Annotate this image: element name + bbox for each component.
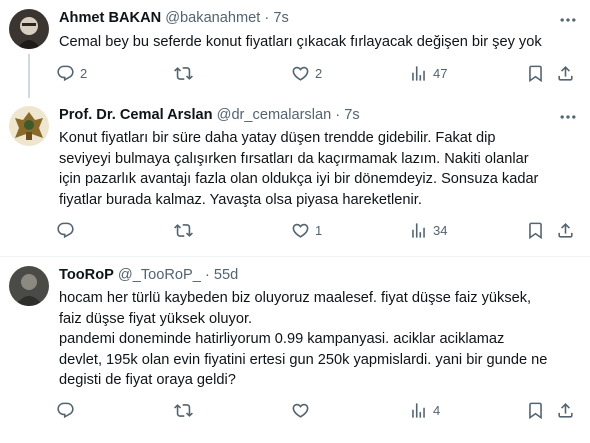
tweet-3[interactable]: TooRoP @_TooRoP_ · 55d hocam her türlü k… bbox=[0, 257, 590, 443]
separator-dot: · bbox=[264, 10, 270, 26]
bookmark-icon bbox=[529, 65, 542, 82]
views-button[interactable]: 47 bbox=[409, 61, 447, 85]
views-button[interactable]: 34 bbox=[409, 218, 447, 242]
tweet-header: Ahmet BAKAN @bakanahmet · 7s bbox=[59, 9, 289, 28]
author-handle[interactable]: @bakanahmet bbox=[165, 10, 260, 26]
views-button[interactable]: 4 bbox=[409, 398, 440, 422]
retweet-button[interactable] bbox=[174, 218, 198, 242]
timestamp[interactable]: 55d bbox=[214, 267, 238, 283]
reply-button[interactable] bbox=[56, 398, 80, 422]
bookmark-button[interactable] bbox=[526, 218, 545, 242]
avatar[interactable] bbox=[9, 266, 49, 306]
views-icon bbox=[412, 402, 425, 418]
action-bar: 1 34 bbox=[48, 218, 588, 242]
tweet-text-line: pandemi doneminde hatirliyorum 0.99 kamp… bbox=[59, 331, 505, 347]
heart-icon bbox=[292, 403, 309, 418]
share-button[interactable] bbox=[556, 61, 575, 85]
share-icon bbox=[558, 222, 573, 238]
retweet-icon bbox=[174, 66, 193, 80]
tweet-header: TooRoP @_TooRoP_ · 55d bbox=[59, 266, 238, 285]
like-button[interactable]: 1 bbox=[291, 218, 322, 242]
tweet-text-line: degisti de fiyat oraya geldi? bbox=[59, 372, 236, 388]
tweet-text-line: seviyeyi bulmaya çalışırken fırsatları d… bbox=[59, 150, 529, 167]
action-bar: 4 bbox=[48, 398, 588, 422]
tweet-text-line: için pazarlık avantajı fazla olan oldukç… bbox=[59, 171, 539, 187]
author-name[interactable]: Ahmet BAKAN bbox=[59, 10, 161, 26]
avatar[interactable] bbox=[9, 9, 49, 49]
heart-icon bbox=[292, 66, 309, 81]
views-icon bbox=[412, 65, 425, 81]
bookmark-button[interactable] bbox=[526, 61, 545, 85]
like-button[interactable]: 2 bbox=[291, 61, 322, 85]
like-button[interactable] bbox=[291, 398, 315, 422]
author-name[interactable]: TooRoP bbox=[59, 267, 114, 283]
avatar[interactable] bbox=[9, 106, 49, 146]
views-count: 34 bbox=[433, 222, 448, 238]
tweet-2[interactable]: Prof. Dr. Cemal Arslan @dr_cemalarslan ·… bbox=[0, 96, 590, 251]
action-bar: 2 2 47 bbox=[48, 61, 588, 85]
tweet-text-line: hocam her türlü kaybeden biz oluyoruz ma… bbox=[59, 290, 532, 306]
tweet-text: Konut fiyatları bir süre daha yatay düşe… bbox=[59, 128, 569, 210]
author-handle[interactable]: @dr_cemalarslan bbox=[217, 107, 332, 123]
tweet-text: Cemal bey bu seferde konut fiyatları çık… bbox=[59, 32, 569, 53]
share-icon bbox=[558, 402, 573, 418]
tweet-text-line: Konut fiyatları bir süre daha yatay düşe… bbox=[59, 130, 496, 146]
more-icon[interactable] bbox=[558, 107, 578, 127]
separator-dot: · bbox=[335, 107, 341, 123]
tweet-1[interactable]: Ahmet BAKAN @bakanahmet · 7s Cemal bey b… bbox=[0, 0, 590, 98]
timestamp[interactable]: 7s bbox=[344, 107, 359, 123]
timestamp[interactable]: 7s bbox=[273, 10, 288, 26]
author-name[interactable]: Prof. Dr. Cemal Arslan bbox=[59, 107, 213, 123]
reply-icon bbox=[57, 402, 74, 418]
reply-icon bbox=[57, 222, 74, 238]
retweet-icon bbox=[174, 223, 193, 237]
reply-count: 2 bbox=[80, 65, 88, 81]
reply-button[interactable]: 2 bbox=[56, 61, 87, 85]
heart-icon bbox=[292, 223, 309, 238]
thread-line bbox=[28, 54, 30, 98]
tweet-text-line: devlet, 195k olan evin fiyatini ertesi g… bbox=[59, 351, 548, 368]
retweet-button[interactable] bbox=[174, 61, 198, 85]
views-icon bbox=[412, 222, 425, 238]
tweet-text: hocam her türlü kaybeden biz oluyoruz ma… bbox=[59, 288, 569, 391]
share-button[interactable] bbox=[556, 218, 575, 242]
tweet-text-line: fiyatlar burada kalmaz. Yavaşta olsa piy… bbox=[59, 191, 422, 208]
views-count: 4 bbox=[433, 402, 441, 418]
share-icon bbox=[558, 65, 573, 81]
retweet-button[interactable] bbox=[174, 398, 198, 422]
bookmark-button[interactable] bbox=[526, 398, 545, 422]
like-count: 2 bbox=[315, 65, 323, 81]
tweet-header: Prof. Dr. Cemal Arslan @dr_cemalarslan ·… bbox=[59, 106, 360, 125]
reply-button[interactable] bbox=[56, 218, 80, 242]
bookmark-icon bbox=[529, 222, 542, 239]
author-handle[interactable]: @_TooRoP_ bbox=[118, 267, 201, 283]
retweet-icon bbox=[174, 403, 193, 417]
bookmark-icon bbox=[529, 402, 542, 419]
views-count: 47 bbox=[433, 65, 448, 81]
separator-dot: · bbox=[204, 267, 210, 283]
share-button[interactable] bbox=[556, 398, 575, 422]
tweet-text-line: Cemal bey bu seferde konut fiyatları çık… bbox=[59, 34, 542, 50]
reply-icon bbox=[57, 65, 74, 81]
more-icon[interactable] bbox=[558, 10, 578, 30]
like-count: 1 bbox=[315, 222, 323, 238]
tweet-text-line: faiz düşse fiyat yüksek oluyor. bbox=[59, 310, 253, 327]
